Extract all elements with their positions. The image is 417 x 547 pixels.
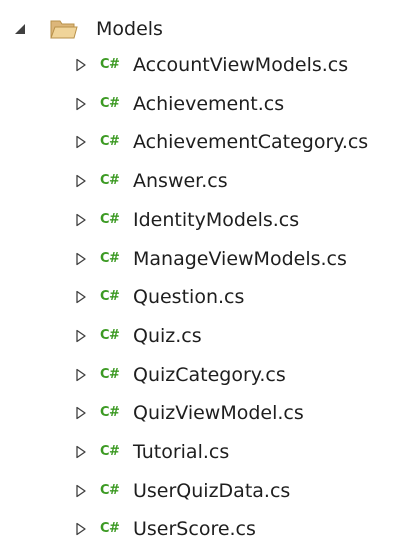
tree-item-file[interactable]: C# UserQuizData.cs <box>0 473 417 509</box>
expand-arrow-icon[interactable] <box>73 134 89 150</box>
expand-arrow-icon[interactable] <box>73 444 89 460</box>
tree-item-file[interactable]: C# IdentityModels.cs <box>0 202 417 238</box>
expand-arrow-icon[interactable] <box>73 483 89 499</box>
file-label: AccountViewModels.cs <box>133 54 349 76</box>
folder-label: Models <box>96 18 163 40</box>
csharp-file-icon: C# <box>100 327 120 343</box>
tree-item-file[interactable]: C# QuizViewModel.cs <box>0 395 417 431</box>
expand-arrow-icon[interactable] <box>73 173 89 189</box>
collapse-arrow-icon[interactable] <box>12 21 28 37</box>
file-label: Quiz.cs <box>133 324 202 347</box>
tree-item-file[interactable]: C# AccountViewModels.cs <box>0 47 417 83</box>
file-label: Tutorial.cs <box>133 441 230 463</box>
csharp-file-icon: C# <box>100 366 120 382</box>
expand-arrow-icon[interactable] <box>73 57 89 73</box>
tree-item-file[interactable]: C# Question.cs <box>0 279 417 315</box>
csharp-file-icon: C# <box>100 444 120 459</box>
file-label: UserQuizData.cs <box>133 479 291 502</box>
file-label: Achievement.cs <box>133 92 285 115</box>
expand-arrow-icon[interactable] <box>73 212 89 228</box>
expand-arrow-icon[interactable] <box>73 96 89 112</box>
expand-arrow-icon[interactable] <box>73 405 89 421</box>
solution-explorer-tree: Models C# AccountViewModels.cs C# Achieveme… <box>0 0 417 540</box>
csharp-file-icon: C# <box>100 289 120 305</box>
expand-arrow-icon[interactable] <box>73 251 89 267</box>
file-label: QuizViewModel.cs <box>133 402 304 425</box>
tree-item-file[interactable]: C# UserScore.cs <box>0 511 417 547</box>
tree-item-file[interactable]: C# Achievement.cs <box>0 86 417 122</box>
csharp-file-icon: C# <box>100 482 120 498</box>
folder-open-icon <box>50 18 78 40</box>
file-label: QuizCategory.cs <box>133 363 286 386</box>
file-label: UserScore.cs <box>133 518 256 541</box>
tree-item-models-folder[interactable]: Models <box>0 11 417 47</box>
file-label: ManageViewModels.cs <box>133 247 347 270</box>
tree-item-file[interactable]: C# ManageViewModels.cs <box>0 241 417 277</box>
csharp-file-icon: C# <box>100 405 120 421</box>
expand-arrow-icon[interactable] <box>73 367 89 383</box>
csharp-file-icon: C# <box>100 134 120 150</box>
tree-item-file[interactable]: C# QuizCategory.cs <box>0 357 417 393</box>
expand-arrow-icon[interactable] <box>73 289 89 305</box>
tree-item-file[interactable]: C# Tutorial.cs <box>0 434 417 470</box>
csharp-file-icon: C# <box>100 211 120 227</box>
file-label: AchievementCategory.cs <box>133 131 369 154</box>
tree-item-file[interactable]: C# Answer.cs <box>0 163 417 199</box>
file-label: IdentityModels.cs <box>133 208 300 231</box>
tree-item-file[interactable]: C# AchievementCategory.cs <box>0 124 417 160</box>
tree-item-file[interactable]: C# Quiz.cs <box>0 318 417 354</box>
csharp-file-icon: C# <box>100 250 120 266</box>
csharp-file-icon: C# <box>100 95 120 111</box>
file-label: Question.cs <box>133 286 245 309</box>
file-label: Answer.cs <box>133 170 228 193</box>
csharp-file-icon: C# <box>100 57 120 72</box>
csharp-file-icon: C# <box>100 521 120 537</box>
csharp-file-icon: C# <box>100 173 120 189</box>
expand-arrow-icon[interactable] <box>73 328 89 344</box>
expand-arrow-icon[interactable] <box>73 521 89 537</box>
